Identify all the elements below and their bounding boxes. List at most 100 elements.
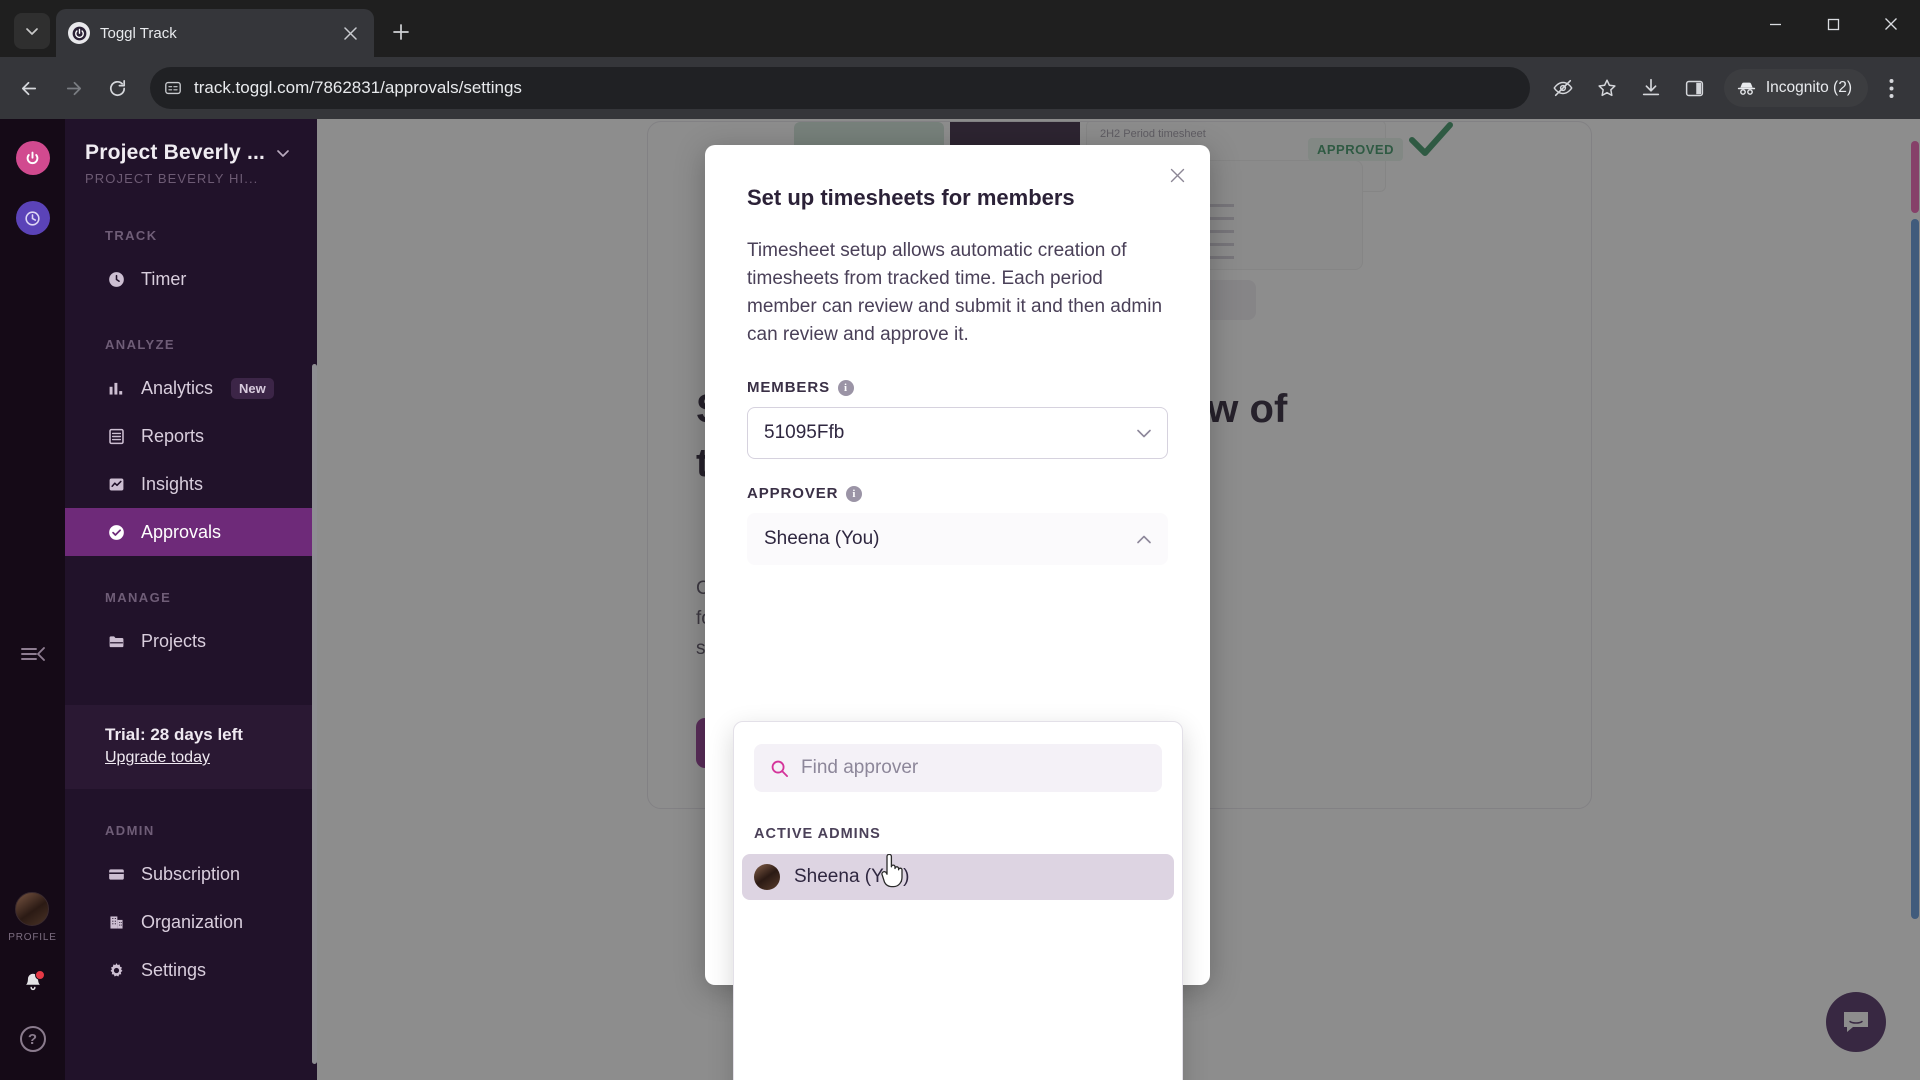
clock-icon [105,268,127,290]
members-label: MEMBERS [747,379,830,396]
notification-dot [34,970,45,980]
trial-text: Trial: 28 days left [105,725,243,744]
sidebar-item-label: Projects [141,630,207,651]
three-dot-menu-icon[interactable] [1870,67,1912,109]
members-select[interactable]: 51095Ffb [747,407,1168,459]
chevron-down-icon [1137,426,1151,441]
nav-section-admin: ADMIN [105,823,155,838]
check-circle-icon [105,521,127,543]
sidebar-item-label: Approvals [141,521,222,542]
sidebar-item-analytics[interactable]: Analytics New [65,364,317,412]
tab-title: Toggl Track [100,24,177,42]
window-close-button[interactable] [1862,0,1920,48]
dropdown-group-label: ACTIVE ADMINS [754,826,881,842]
sidebar-item-label: Reports [141,425,205,446]
window-controls [1746,0,1920,48]
approver-label: APPROVER [747,485,839,502]
web-page: 2H2 Period timesheet APPROVED Set up tim… [0,119,1920,1080]
url-text: track.toggl.com/7862831/approvals/settin… [194,78,522,97]
browser-tab[interactable]: Toggl Track [56,9,374,57]
help-question-icon[interactable]: ? [19,1026,46,1052]
approver-value: Sheena (You) [764,528,880,549]
incognito-label: Incognito (2) [1765,79,1852,96]
sidebar-item-subscription[interactable]: Subscription [65,850,317,898]
page-info-icon[interactable] [164,79,182,97]
toggl-clock-icon[interactable] [15,201,50,235]
modal-description: Timesheet setup allows automatic creatio… [747,240,1163,345]
workspace-switcher[interactable]: Project Beverly ... PROJECT BEVERLY HI..… [65,119,317,194]
info-icon[interactable]: i [846,485,863,502]
approver-select[interactable]: Sheena (You) [747,513,1168,565]
search-icon [770,759,789,778]
credit-card-icon [105,863,127,885]
sidebar-item-label: Settings [141,959,207,980]
sidebar: Project Beverly ... PROJECT BEVERLY HI..… [65,119,317,1080]
trial-banner: Trial: 28 days left Upgrade today [65,705,317,789]
incognito-indicator[interactable]: Incognito (2) [1723,69,1868,107]
eye-off-icon[interactable] [1542,67,1584,109]
star-icon[interactable] [1586,67,1628,109]
workspace-name: Project Beverly ... [85,141,266,164]
sidebar-item-label: Subscription [141,863,241,884]
tab-strip: Toggl Track [0,0,1920,57]
approver-search-box[interactable] [754,744,1162,792]
chevron-down-icon[interactable] [275,145,291,161]
icon-rail: PROFILE ? [0,119,65,1080]
collapse-sidebar-icon[interactable] [20,644,46,669]
avatar [754,864,780,890]
new-tab-button[interactable] [384,15,418,49]
sidebar-item-approvals[interactable]: Approvals [65,508,317,556]
members-label-row: MEMBERS i [705,379,1210,396]
setup-timesheets-modal: Set up timesheets for members Timesheet … [705,145,1210,1080]
reload-button[interactable] [96,67,138,109]
sidebar-scrollbar[interactable] [312,364,317,1064]
insights-graph-icon [105,473,127,495]
gear-icon [105,959,127,981]
incognito-icon [1736,78,1757,99]
sidebar-item-projects[interactable]: Projects [65,617,317,665]
sidebar-item-label: Insights [141,473,204,494]
members-value: 51095Ffb [764,422,845,443]
approver-dropdown: ACTIVE ADMINS Sheena (You) Where is the … [733,721,1183,1080]
nav-section-manage: MANAGE [105,590,172,605]
report-list-icon [105,425,127,447]
maximize-button[interactable] [1804,0,1862,48]
download-icon[interactable] [1630,67,1672,109]
bell-icon[interactable] [22,970,45,998]
toggl-logo-icon [68,22,90,44]
browser-window: Toggl Track track.toggl.com/7862831/appr… [0,0,1920,1080]
sidebar-item-organization[interactable]: Organization [65,898,317,946]
browser-toolbar: track.toggl.com/7862831/approvals/settin… [0,57,1920,119]
profile-label: PROFILE [8,932,57,943]
sidebar-item-insights[interactable]: Insights [65,460,317,508]
close-icon[interactable] [1164,162,1190,188]
rail-bottom-group: PROFILE ? [0,892,65,1052]
approver-option-label: Sheena (You) [794,866,910,887]
info-icon[interactable]: i [837,379,854,396]
modal-title: Set up timesheets for members [747,185,1075,210]
search-input[interactable] [801,757,1146,779]
forward-button[interactable] [52,67,94,109]
nav-section-track: TRACK [105,228,158,243]
nav-section-analyze: ANALYZE [105,337,175,352]
minimize-button[interactable] [1746,0,1804,48]
side-panel-icon[interactable] [1674,67,1716,109]
sidebar-item-timer[interactable]: Timer [65,255,317,303]
workspace-org: PROJECT BEVERLY HI... [85,171,259,186]
back-button[interactable] [8,67,50,109]
upgrade-today-link[interactable]: Upgrade today [105,749,210,767]
address-bar[interactable]: track.toggl.com/7862831/approvals/settin… [150,67,1530,109]
avatar[interactable] [15,892,50,926]
bar-chart-icon [105,377,127,399]
close-icon[interactable] [338,21,362,45]
sidebar-item-settings[interactable]: Settings [65,946,317,994]
tab-search-icon[interactable] [14,13,50,49]
building-icon [105,911,127,933]
folder-icon [105,630,127,652]
sidebar-item-label: Analytics [141,377,214,398]
toggl-power-logo-icon[interactable] [15,141,50,175]
status-badge: New [231,377,274,399]
approver-option[interactable]: Sheena (You) [742,854,1174,900]
sidebar-item-reports[interactable]: Reports [65,412,317,460]
sidebar-item-label: Timer [141,268,187,289]
